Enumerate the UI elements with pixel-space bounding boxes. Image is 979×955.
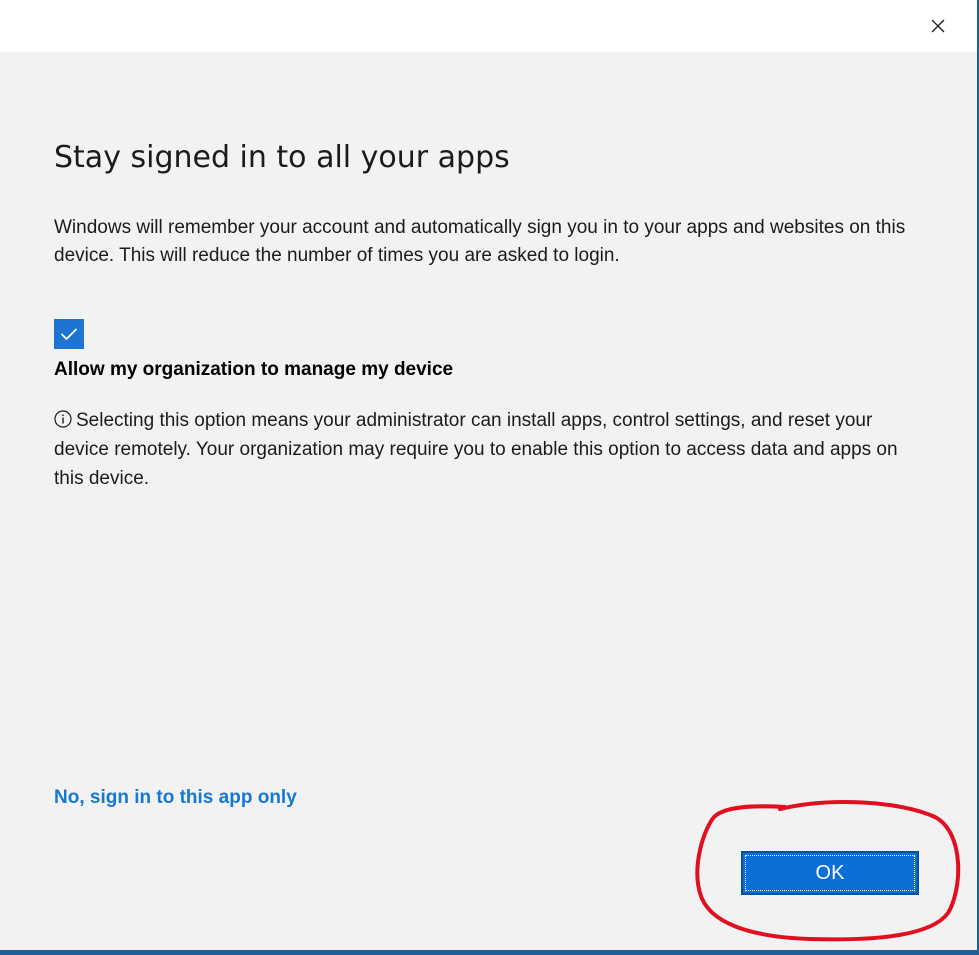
dialog-description: Windows will remember your account and a… [54, 217, 906, 266]
info-message: Selecting this option means your adminis… [54, 406, 924, 493]
manage-device-label: Allow my organization to manage my devic… [54, 359, 454, 380]
close-button[interactable] [899, 0, 977, 52]
title-bar [0, 0, 977, 52]
ok-button-label: OK [815, 861, 845, 884]
checkmark-icon [60, 328, 78, 341]
ok-button[interactable]: OK [741, 851, 919, 895]
dialog-window: Stay signed in to all your apps Windows … [0, 0, 979, 955]
close-icon [931, 19, 945, 33]
info-text: Selecting this option means your adminis… [54, 410, 898, 489]
sign-in-app-only-link[interactable]: No, sign in to this app only [54, 787, 297, 809]
dialog-title: Stay signed in to all your apps [54, 140, 510, 175]
manage-device-checkbox[interactable] [54, 319, 84, 349]
info-icon [54, 410, 72, 428]
